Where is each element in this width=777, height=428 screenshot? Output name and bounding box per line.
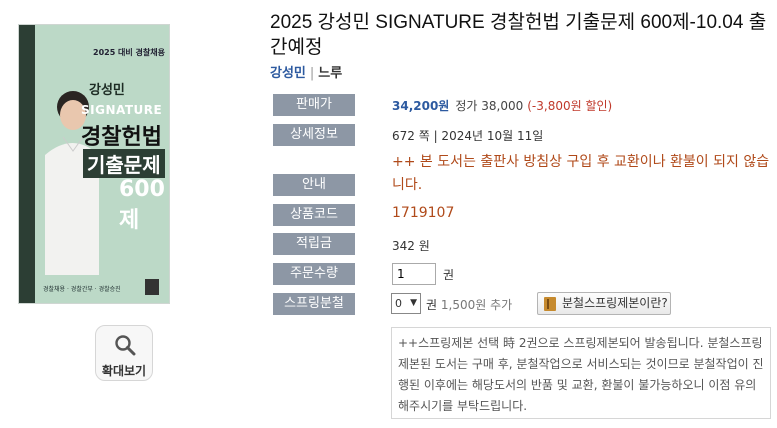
label-spring: 스프링분철 bbox=[273, 293, 355, 315]
byline-separator: | bbox=[309, 66, 315, 81]
quantity-input[interactable] bbox=[392, 263, 436, 285]
zoom-button[interactable]: 확대보기 bbox=[95, 325, 153, 381]
cover-title-1: 경찰헌법 bbox=[81, 125, 162, 150]
spring-notice-box: ++스프링제본 선택 時 2권으로 스프링제본되어 발송됩니다. 분철스프링제본… bbox=[391, 327, 771, 419]
cover-brand: SIGNATURE bbox=[81, 103, 163, 117]
cover-series-text: 2025 대비 경찰채용 bbox=[93, 48, 165, 57]
list-price: 정가 38,000 bbox=[455, 99, 524, 113]
cover-count: 600제 bbox=[119, 177, 165, 233]
points-value: 342 원 bbox=[392, 239, 430, 253]
label-code: 상품코드 bbox=[273, 204, 355, 226]
sale-price: 34,200원 bbox=[392, 99, 450, 113]
detail-value: 672 쪽 | 2024년 10월 11일 bbox=[392, 129, 544, 143]
publisher-link[interactable]: 느루 bbox=[318, 66, 342, 81]
spring-info-inline: 권 1,500원 추가 bbox=[426, 296, 512, 313]
cover-qr-code bbox=[145, 279, 159, 295]
label-price: 판매가 bbox=[273, 94, 355, 116]
label-qty: 주문수량 bbox=[273, 263, 355, 285]
book-cover-image[interactable]: 2025 대비 경찰채용 강성민 SIGNATURE 경찰헌법 기출문제 600… bbox=[18, 24, 170, 304]
price-row: 34,200원 정가 38,000 (-3,800원 할인) bbox=[392, 97, 612, 114]
label-notice: 안내 bbox=[273, 174, 355, 196]
magnifier-icon bbox=[115, 335, 136, 356]
cover-footer-text: 경찰채용 · 경찰간부 · 경찰승진 bbox=[43, 286, 121, 293]
chevron-down-icon: ▼ bbox=[410, 298, 417, 308]
label-points: 적립금 bbox=[273, 233, 355, 255]
spring-select[interactable]: 0 ▼ bbox=[391, 293, 421, 314]
book-icon bbox=[544, 297, 556, 311]
cover-spine bbox=[19, 25, 35, 303]
book-title: 2025 강성민 SIGNATURE 경찰헌법 기출문제 600제-10.04 … bbox=[270, 12, 767, 58]
zoom-label: 확대보기 bbox=[101, 364, 147, 378]
notice-text: ++ 본 도서는 출판사 방침상 구입 후 교환이나 환불이 되지 않습니다. bbox=[392, 154, 770, 193]
cover-author: 강성민 bbox=[89, 83, 125, 98]
spring-info-button[interactable]: 분철스프링제본이란? bbox=[537, 292, 671, 315]
product-code: 1719107 bbox=[392, 205, 455, 221]
discount: (-3,800원 할인) bbox=[527, 99, 613, 113]
spring-price: 1,500원 추가 bbox=[440, 298, 513, 312]
byline: 강성민 | 느루 bbox=[270, 62, 342, 81]
spring-info-button-label: 분철스프링제본이란? bbox=[562, 296, 668, 310]
label-detail: 상세정보 bbox=[273, 124, 355, 146]
spring-select-value: 0 bbox=[395, 297, 402, 310]
spring-unit: 권 bbox=[426, 298, 438, 312]
cover-title-2: 기출문제 bbox=[83, 149, 165, 178]
quantity-unit: 권 bbox=[443, 268, 455, 282]
author-link[interactable]: 강성민 bbox=[270, 66, 306, 81]
